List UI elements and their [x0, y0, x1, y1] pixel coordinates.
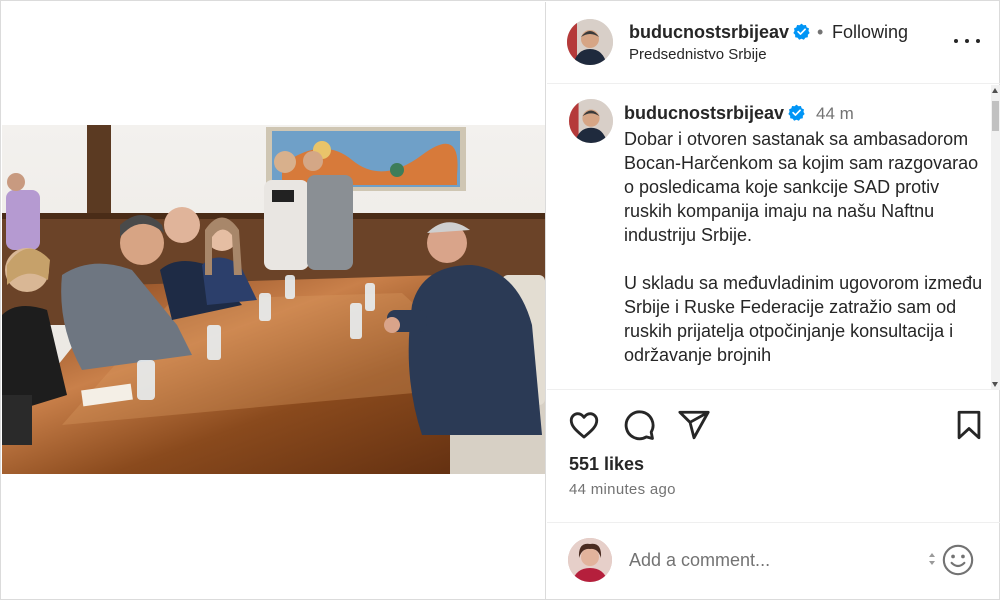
post-header: buducnostsrbijeav • Following Predsednis… [547, 2, 1000, 84]
author-avatar[interactable] [567, 19, 613, 65]
author-username[interactable]: buducnostsrbijeav [629, 22, 810, 43]
viewer-avatar [568, 538, 612, 582]
bookmark-icon[interactable] [952, 408, 986, 442]
smiley-icon[interactable] [941, 543, 975, 577]
caption-paragraph: Dobar i otvoren sastanak sa ambasadorom … [624, 129, 979, 245]
scrollbar-thumb[interactable] [992, 101, 999, 131]
verified-badge-icon [788, 104, 805, 121]
following-button[interactable]: Following [832, 22, 908, 43]
add-comment-bar [547, 522, 1000, 598]
post-media [2, 2, 546, 599]
comment-bubble-icon[interactable] [622, 408, 656, 442]
post-sidebar: buducnostsrbijeav • Following Predsednis… [547, 2, 1000, 599]
caption-username[interactable]: buducnostsrbijeav [624, 103, 805, 124]
more-options-icon[interactable] [952, 30, 982, 50]
heart-icon[interactable] [567, 408, 601, 442]
caption-paragraph: U skladu sa međuvladinim ugovorom između… [624, 273, 983, 365]
comment-input[interactable] [629, 547, 919, 573]
post-time-ago[interactable]: 44 minutes ago [569, 481, 676, 498]
like-count[interactable]: 551 likes [569, 454, 644, 475]
post-photo[interactable] [2, 125, 545, 474]
caption-author-avatar[interactable] [569, 99, 613, 143]
scroll-up-arrow-icon[interactable] [992, 88, 998, 93]
author-username-text[interactable]: buducnostsrbijeav [629, 22, 789, 42]
comments-scrollbar[interactable] [991, 85, 1000, 389]
verified-badge-icon [793, 23, 810, 40]
caption-username-text[interactable]: buducnostsrbijeav [624, 103, 784, 123]
action-bar [547, 402, 1000, 447]
post-caption: Dobar i otvoren sastanak sa ambasadorom … [624, 127, 989, 389]
paper-plane-icon[interactable] [677, 408, 711, 442]
post-location[interactable]: Predsednistvo Srbije [629, 46, 767, 63]
input-spinner-icon [927, 549, 937, 569]
post-dialog: buducnostsrbijeav • Following Predsednis… [0, 0, 1000, 600]
separator-dot: • [817, 22, 824, 42]
caption-timestamp[interactable]: 44 m [816, 104, 854, 124]
comments-section[interactable]: buducnostsrbijeav 44 m Dobar i otvoren s… [547, 85, 1000, 390]
scroll-down-arrow-icon[interactable] [992, 382, 998, 387]
